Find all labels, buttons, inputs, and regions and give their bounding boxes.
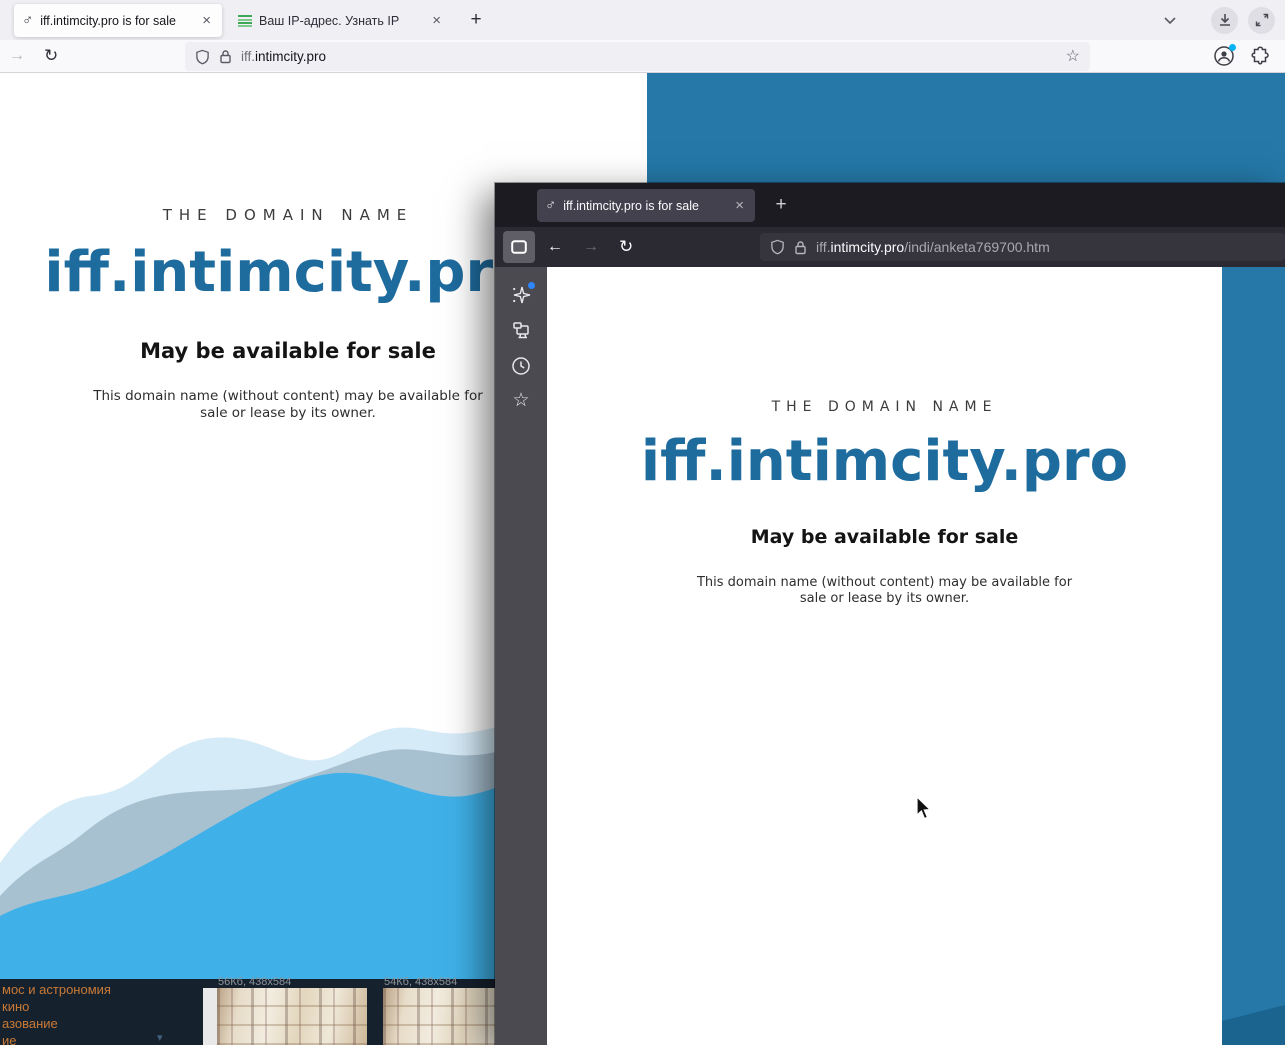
footer-link[interactable]: азование	[2, 1016, 58, 1031]
eyebrow-text: THE DOMAIN NAME	[162, 206, 414, 224]
forward-button[interactable]: →	[9, 48, 25, 64]
mouse-cursor	[916, 795, 938, 826]
tab-title: iff.intimcity.pro is for sale	[563, 198, 699, 213]
clock-history-icon	[512, 357, 530, 375]
tab-title: Ваш IP-адрес. Узнать IP	[259, 13, 400, 28]
footer-link[interactable]: кино	[2, 999, 29, 1014]
account-button[interactable]	[1213, 44, 1236, 67]
navigation-toolbar: → ↻ iff.intimcity.pro ☆	[0, 40, 1285, 73]
url-text: iff.intimcity.pro	[241, 49, 327, 64]
photo-caption: 54Кб, 438х584	[384, 976, 458, 988]
account-notification-dot	[1229, 44, 1236, 51]
screen: ♂ iff.intimcity.pro is for sale × Ваш IP…	[0, 0, 1285, 1045]
new-tab-button[interactable]: +	[767, 192, 795, 219]
overlay-tab-domain-sale[interactable]: ♂ iff.intimcity.pro is for sale ×	[537, 189, 755, 222]
history-button[interactable]	[495, 356, 547, 381]
sale-page-content: THE DOMAIN NAME iff.intimcity.pro May be…	[0, 206, 576, 421]
lock-icon[interactable]	[219, 49, 232, 64]
thumbnail-photo[interactable]	[217, 988, 367, 1045]
footer-chevron-down-icon[interactable]: ▾	[157, 1031, 163, 1044]
blue-column-diagonal	[1222, 1005, 1285, 1045]
tracking-shield-icon[interactable]	[770, 239, 785, 255]
overlay-window-body: ☆ THE DOMAIN NAME iff.intimcity.pro May …	[495, 267, 1285, 1045]
reload-button[interactable]: ↻	[619, 238, 633, 255]
extensions-button[interactable]	[1251, 46, 1270, 70]
close-tab-icon[interactable]: ×	[199, 12, 214, 29]
download-icon	[1219, 14, 1230, 26]
devices-icon	[513, 322, 529, 339]
photo-caption: 56Кб, 438х584	[218, 976, 292, 988]
lock-icon[interactable]	[794, 240, 807, 255]
sidebar-icon	[511, 240, 527, 254]
back-button[interactable]: ←	[547, 239, 563, 255]
overlay-url-bar[interactable]: iff.intimcity.pro/indi/anketa769700.htm	[760, 233, 1285, 261]
fullscreen-button[interactable]	[1248, 6, 1275, 34]
tab-title: iff.intimcity.pro is for sale	[40, 13, 176, 28]
new-tab-button[interactable]: +	[462, 7, 490, 34]
footer-link[interactable]: мос и астрономия	[2, 982, 111, 997]
tab-domain-sale[interactable]: ♂ iff.intimcity.pro is for sale ×	[14, 4, 222, 37]
forward-button[interactable]: →	[583, 239, 599, 255]
tabbar-right-controls	[1163, 0, 1285, 40]
overlay-browser-window: ♂ iff.intimcity.pro is for sale × + ← → …	[495, 183, 1285, 1045]
sidebar-toggle-button[interactable]	[503, 231, 535, 263]
close-tab-icon[interactable]: ×	[732, 197, 747, 214]
site-favicon-male-icon: ♂	[22, 12, 34, 29]
sidebar: ☆	[495, 267, 547, 1045]
overlay-tab-bar: ♂ iff.intimcity.pro is for sale × +	[495, 183, 1285, 227]
tab-ip-address[interactable]: Ваш IP-адрес. Узнать IP ×	[230, 4, 452, 37]
list-all-tabs-chevron-icon[interactable]	[1163, 16, 1177, 25]
close-tab-icon[interactable]: ×	[429, 12, 444, 29]
reload-button[interactable]: ↻	[44, 47, 58, 64]
overlay-sale-page-content: THE DOMAIN NAME iff.intimcity.pro May be…	[547, 267, 1222, 1045]
sale-tagline: May be available for sale	[140, 339, 436, 363]
footer-link[interactable]: ие	[2, 1033, 17, 1045]
bookmarks-button[interactable]: ☆	[495, 389, 547, 412]
url-text: iff.intimcity.pro/indi/anketa769700.htm	[816, 239, 1050, 255]
sale-description-line2: sale or lease by its owner.	[799, 591, 970, 606]
sparkle-ai-icon	[513, 286, 531, 304]
url-bar[interactable]: iff.intimcity.pro ☆	[185, 42, 1090, 71]
sale-tagline: May be available for sale	[750, 526, 1019, 548]
domain-heading: iff.intimcity.pro	[44, 240, 532, 305]
tab-bar: ♂ iff.intimcity.pro is for sale × Ваш IP…	[0, 0, 1285, 40]
domain-heading: iff.intimcity.pro	[640, 429, 1129, 494]
sale-description-line1: This domain name (without content) may b…	[93, 388, 483, 404]
tracking-shield-icon[interactable]	[195, 49, 210, 65]
overlay-page-blue-column	[1222, 267, 1285, 1045]
green-list-favicon-icon	[238, 14, 252, 27]
ai-chatbot-button[interactable]	[495, 282, 547, 310]
bookmark-star-icon[interactable]: ☆	[1066, 48, 1080, 65]
eyebrow-text: THE DOMAIN NAME	[771, 399, 998, 415]
expand-diagonal-icon	[1255, 13, 1268, 27]
synced-tabs-button[interactable]	[495, 321, 547, 345]
notification-dot	[528, 282, 535, 289]
overlay-navigation-toolbar: ← → ↻ iff.intimcity.pro/indi/anketa76970…	[495, 227, 1285, 267]
puzzle-piece-icon	[1251, 46, 1269, 65]
page-divider	[203, 988, 217, 1045]
sale-description-line1: This domain name (without content) may b…	[696, 575, 1073, 590]
sale-description-line2: sale or lease by its owner.	[200, 404, 376, 421]
site-favicon-male-icon: ♂	[545, 197, 557, 214]
downloads-button[interactable]	[1211, 6, 1238, 34]
